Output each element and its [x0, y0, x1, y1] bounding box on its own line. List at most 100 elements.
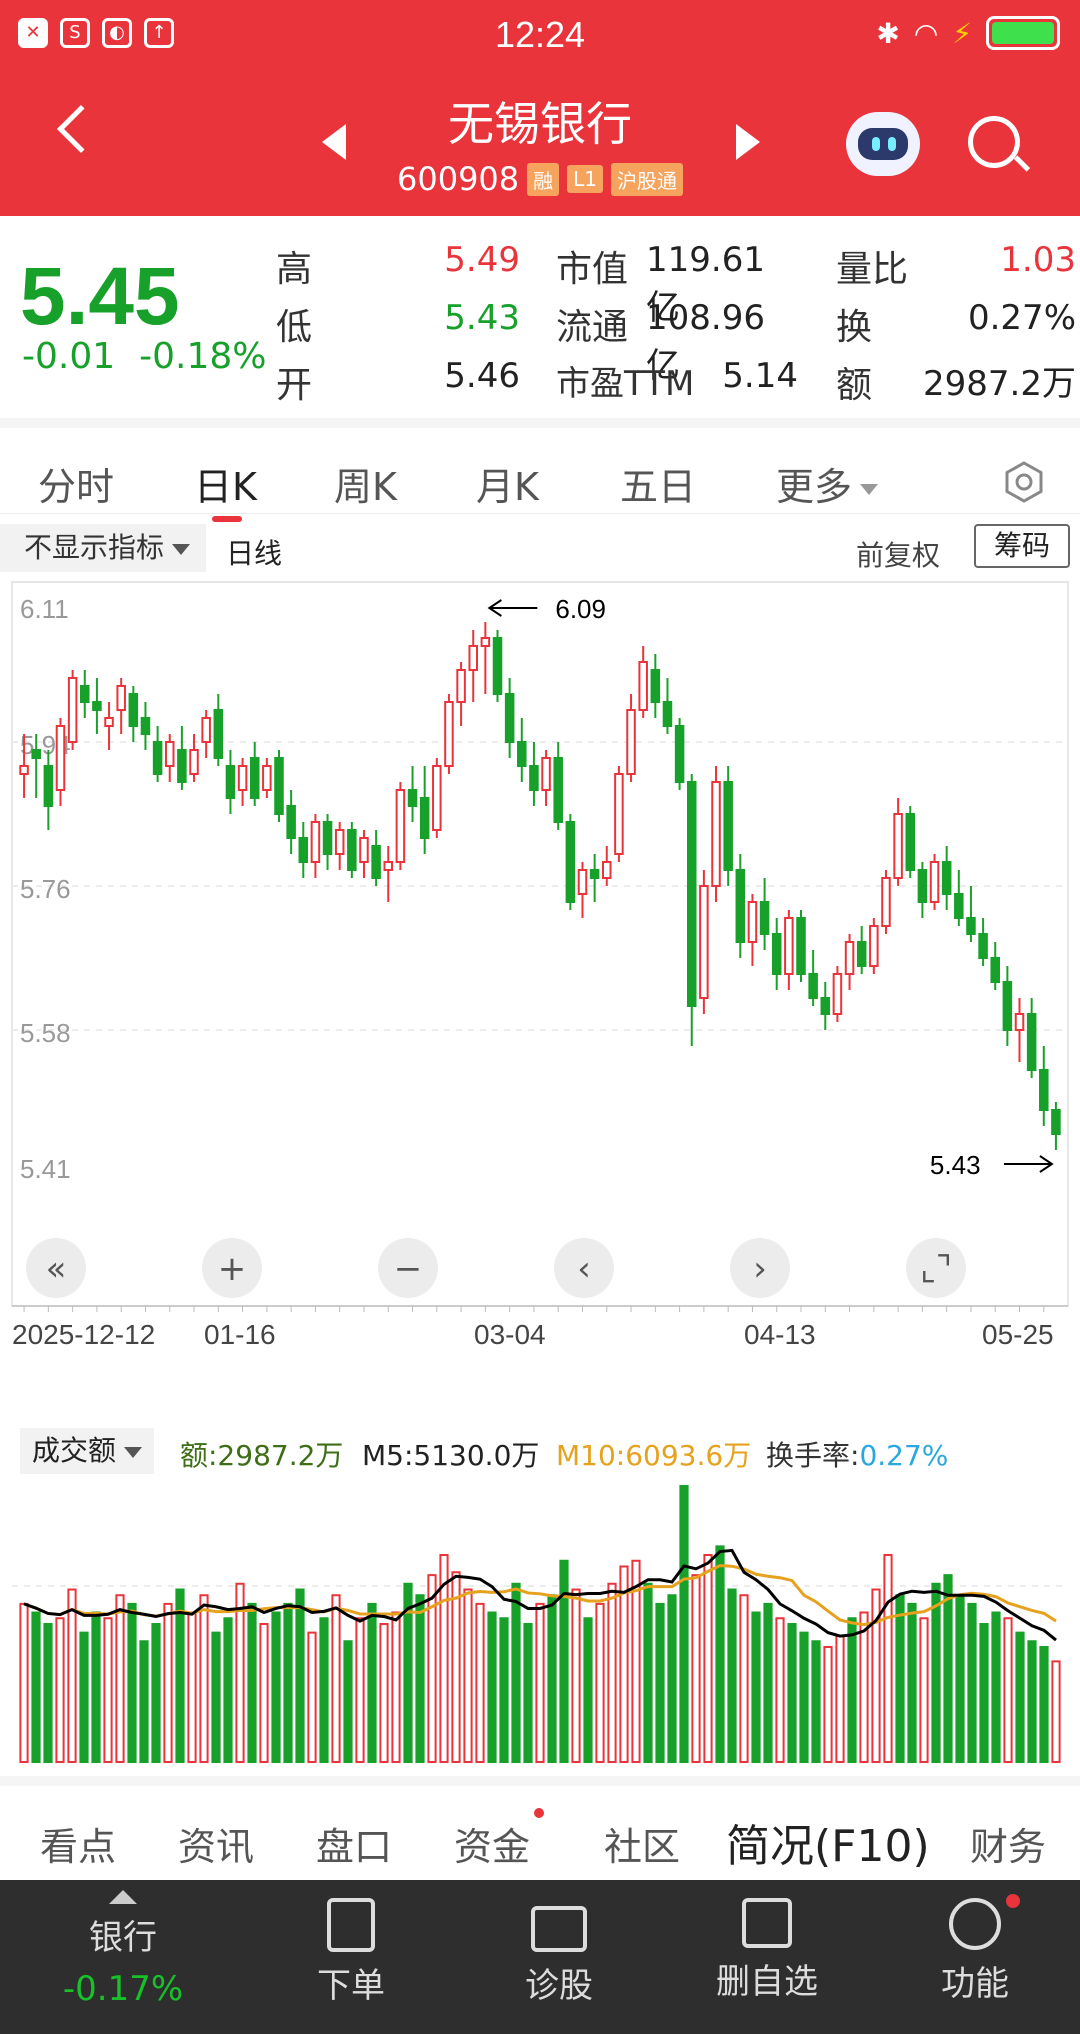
candle-body	[55, 725, 66, 791]
candle-body	[43, 765, 54, 807]
candle-body	[1002, 981, 1013, 1031]
volume-bar	[43, 1623, 53, 1763]
dock-order-label: 下单	[317, 1966, 385, 2006]
candle-body	[589, 869, 600, 879]
volume-bar	[67, 1588, 77, 1763]
candle-body	[237, 765, 248, 791]
candle-body	[347, 829, 357, 871]
candle-body	[941, 861, 952, 895]
volume-bar	[655, 1602, 665, 1763]
dock-remove-watchlist-button[interactable]: 删自选	[692, 1898, 842, 2003]
adjust-button[interactable]: 前复权	[856, 534, 940, 574]
volume-bar	[223, 1617, 233, 1763]
value-volume-ratio: 1.03	[1000, 240, 1076, 280]
search-icon[interactable]	[968, 116, 1020, 168]
volume-bar	[559, 1559, 569, 1763]
candle-body	[92, 701, 102, 711]
volume-bar	[331, 1594, 341, 1763]
chart-control-icon: ⌞⌝	[920, 1249, 952, 1289]
volume-bar	[835, 1634, 845, 1763]
label-low: 低	[276, 307, 313, 348]
x-tick-label: 01-16	[204, 1319, 276, 1348]
x-tick-label: 05-25	[982, 1319, 1054, 1348]
tab-community[interactable]: 社区	[604, 1816, 680, 1871]
volume-bar	[463, 1588, 473, 1763]
candle-body	[966, 917, 976, 935]
tab-monthly-k[interactable]: 月K	[476, 456, 539, 511]
candle-body	[626, 709, 636, 775]
label-open: 开	[276, 365, 313, 406]
ai-assistant-icon[interactable]	[846, 112, 920, 176]
volume-bar	[535, 1602, 545, 1763]
candle-body	[201, 717, 211, 743]
volume-bar	[247, 1602, 257, 1763]
candle-body	[310, 821, 321, 863]
candle-body	[480, 637, 491, 647]
volume-bar	[691, 1574, 701, 1763]
candle-body	[164, 741, 175, 767]
volume-bar	[967, 1602, 977, 1763]
max-price-label: 6.09	[555, 594, 606, 624]
volume-bar	[1003, 1617, 1013, 1763]
tab-order-book[interactable]: 盘口	[316, 1816, 392, 1871]
candle-body	[383, 861, 394, 871]
volume-bar	[451, 1571, 461, 1763]
dock-function-button[interactable]: 功能	[900, 1898, 1050, 2005]
candle-body	[711, 781, 721, 887]
volume-chart[interactable]	[0, 1476, 1080, 1766]
volume-bar	[511, 1582, 521, 1763]
volume-bar	[679, 1485, 689, 1763]
volume-bar	[1051, 1660, 1061, 1763]
candle-body	[541, 757, 551, 791]
volume-bar	[391, 1611, 401, 1763]
tab-weekly-k[interactable]: 周K	[334, 456, 397, 511]
candle-body	[844, 941, 855, 975]
candle-body	[565, 821, 576, 903]
volume-bar	[55, 1617, 65, 1763]
volume-bar	[727, 1588, 737, 1763]
volume-bar	[139, 1640, 149, 1763]
tab-five-day[interactable]: 五日	[620, 456, 696, 511]
sector-widget[interactable]: 银行 -0.17%	[48, 1890, 198, 2009]
chart-control-icon: +	[218, 1249, 247, 1289]
indicator-dropdown[interactable]: 不显示指标	[0, 524, 207, 572]
candle-body	[249, 757, 260, 799]
settings-hexagon-icon[interactable]	[1002, 460, 1046, 504]
tab-intraday[interactable]: 分时	[38, 456, 114, 511]
candle-body	[771, 933, 782, 975]
chips-button[interactable]: 筹码	[974, 524, 1070, 568]
charging-icon: ⚡	[952, 16, 972, 50]
chart-control-icon: ‹	[577, 1249, 591, 1289]
candle-body	[674, 725, 685, 783]
volume-bar	[595, 1602, 605, 1763]
remove-box-icon	[742, 1898, 792, 1948]
order-document-icon	[327, 1898, 375, 1952]
candlestick-chart[interactable]: 6.115.945.765.585.416.095.43« + − ‹ › ⌞⌝2025-…	[0, 578, 1080, 1348]
tab-highlights[interactable]: 看点	[40, 1816, 116, 1871]
tab-capital[interactable]: 资金	[454, 1816, 530, 1871]
tab-more-label: 更多	[776, 465, 853, 509]
candle-body	[177, 749, 187, 783]
dock-order-button[interactable]: 下单	[276, 1898, 426, 2007]
volume-bar	[1015, 1631, 1025, 1763]
volume-indicator-dropdown[interactable]: 成交额	[20, 1428, 155, 1474]
tab-more[interactable]: 更多	[776, 456, 879, 511]
volume-bar	[199, 1594, 209, 1763]
function-notification-dot	[1006, 1894, 1020, 1908]
tab-daily-k[interactable]: 日K	[194, 456, 257, 511]
volume-bar	[643, 1582, 653, 1763]
candle-body	[298, 837, 309, 863]
tab-finance[interactable]: 财务	[970, 1816, 1046, 1871]
candle-body	[735, 869, 746, 943]
volume-bar	[919, 1617, 929, 1763]
volume-bar	[319, 1617, 329, 1763]
candle-body	[784, 917, 794, 975]
candle-body	[747, 901, 758, 943]
tab-f10-profile[interactable]: 简况(F10)	[726, 1810, 930, 1874]
tab-news[interactable]: 资讯	[178, 1816, 254, 1871]
chart-control-icon: −	[394, 1249, 423, 1289]
menu-circle-icon	[949, 1898, 1001, 1950]
volume-bar	[931, 1582, 941, 1763]
value-amount: 2987.2万	[923, 364, 1076, 404]
dock-diagnose-button[interactable]: 诊股	[484, 1898, 634, 2007]
